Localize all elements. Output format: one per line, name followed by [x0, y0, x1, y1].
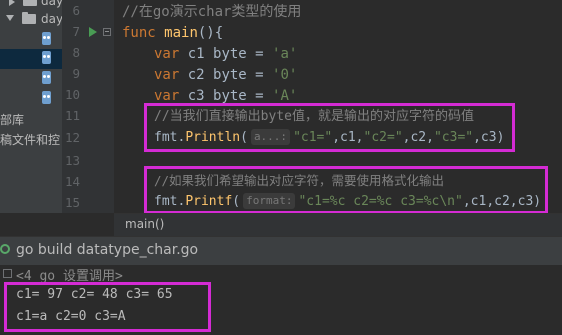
expand-arrow-icon[interactable]	[6, 15, 14, 21]
code-line-6: //在go演示char类型的使用	[122, 2, 301, 22]
line-number: 7	[72, 24, 80, 39]
line-number: 13	[64, 153, 80, 168]
function-name: main	[164, 25, 198, 41]
line-number: 9	[72, 66, 80, 81]
run-gutter-icon[interactable]	[89, 27, 97, 37]
string-literal: 'A'	[272, 88, 298, 104]
comment: //在go演示char类型的使用	[122, 4, 302, 20]
line-number: 15	[64, 195, 80, 210]
keyword-func: func	[122, 25, 156, 41]
tree-item-label: 部库	[0, 113, 25, 127]
fold-marker-icon[interactable]	[3, 269, 12, 278]
keyword-var: var	[154, 67, 180, 83]
line-number: 12	[64, 130, 80, 145]
code-text: (){	[197, 25, 224, 41]
code-line-9: var c2 byte = '0'	[154, 65, 297, 85]
line-number: 8	[72, 45, 80, 60]
line-number: 6	[72, 3, 80, 18]
code-line-8: var c1 byte = 'a'	[154, 44, 297, 64]
code-text: c1 byte =	[179, 46, 273, 62]
run-tool-header: go build datatype_char.go	[0, 236, 562, 266]
code-text: c2 byte =	[179, 67, 273, 83]
folder-icon	[22, 12, 36, 24]
highlight-box-println	[144, 103, 515, 152]
keyword-var: var	[154, 88, 180, 104]
folder-icon	[23, 0, 37, 6]
code-line-7: func main(){	[122, 23, 223, 43]
line-number: 11	[64, 108, 80, 123]
highlight-box-printf	[144, 166, 548, 214]
string-literal: 'a'	[272, 46, 298, 62]
code-text: c3 byte =	[179, 88, 273, 104]
run-tab-label[interactable]: go build datatype_char.go	[16, 242, 198, 258]
line-number: 14	[64, 174, 80, 189]
collapse-arrow-icon[interactable]	[9, 0, 15, 6]
fold-marker-icon[interactable]	[103, 28, 111, 36]
breadcrumb-item[interactable]: main()	[125, 217, 164, 231]
string-literal: '0'	[272, 67, 298, 83]
line-number: 10	[64, 87, 80, 102]
run-config-icon	[0, 244, 10, 256]
breadcrumb[interactable]: main()	[114, 213, 562, 236]
highlight-box-output	[4, 282, 211, 332]
keyword-var: var	[154, 46, 180, 62]
